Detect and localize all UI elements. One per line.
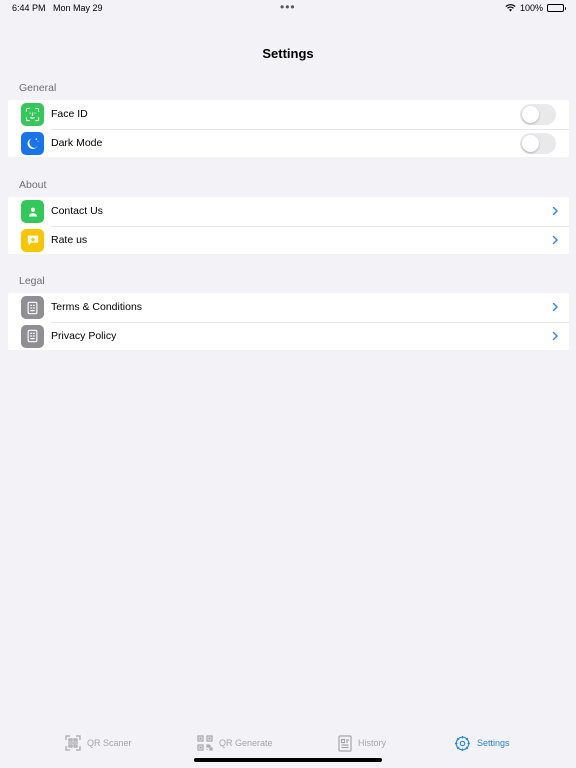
settings-screen: 6:44 PM Mon May 29 ••• 100% Settings Gen… [0, 0, 576, 768]
about-group: Contact Us Rate us [8, 197, 569, 254]
settings-row-terms[interactable]: Terms & Conditions [8, 293, 569, 322]
gear-icon [455, 735, 470, 751]
tab-settings[interactable]: Settings [454, 734, 510, 752]
dark-mode-toggle[interactable] [520, 132, 556, 154]
star-bubble-icon [21, 228, 44, 252]
tab-label: History [358, 738, 387, 748]
history-icon [338, 734, 352, 752]
status-right: 100% [505, 3, 566, 13]
status-time: 6:44 PM [12, 3, 46, 13]
face-id-icon [21, 103, 44, 126]
settings-row-label: Terms & Conditions [51, 301, 143, 314]
section-header-general: General [19, 82, 57, 94]
moon-icon [21, 131, 44, 155]
general-group: Face ID Dark Mode [8, 100, 569, 157]
section-header-legal: Legal [19, 275, 45, 287]
qr-scan-icon [65, 735, 81, 751]
tab-label: QR Generate [219, 738, 273, 748]
person-icon [21, 200, 44, 223]
document-icon [21, 324, 44, 348]
chevron-right-icon [552, 302, 558, 312]
tab-label: QR Scaner [87, 738, 132, 748]
status-bar: 6:44 PM Mon May 29 ••• 100% [0, 0, 576, 16]
chevron-right-icon [552, 235, 558, 244]
multitasking-dots-icon[interactable]: ••• [280, 0, 296, 14]
settings-row-face-id: Face ID [8, 100, 569, 129]
chevron-right-icon [552, 206, 558, 216]
section-header-about: About [19, 179, 47, 191]
chevron-right-icon [552, 331, 558, 340]
status-date: Mon May 29 [53, 3, 103, 13]
tab-label: Settings [477, 738, 510, 748]
home-indicator[interactable] [194, 758, 382, 762]
settings-row-contact-us[interactable]: Contact Us [8, 197, 569, 226]
wifi-icon [505, 4, 516, 12]
settings-row-label: Privacy Policy [51, 329, 117, 342]
settings-row-label: Contact Us [51, 205, 103, 218]
battery-percent: 100% [519, 3, 543, 13]
face-id-toggle[interactable] [520, 104, 556, 125]
tab-qr-generate[interactable]: QR Generate [197, 734, 273, 752]
settings-row-privacy[interactable]: Privacy Policy [8, 321, 569, 351]
settings-row-label: Dark Mode [51, 136, 103, 149]
document-icon [21, 296, 44, 319]
legal-group: Terms & Conditions Privacy Policy [8, 293, 569, 350]
tab-history[interactable]: History [338, 734, 386, 752]
settings-row-label: Face ID [51, 108, 88, 121]
tab-qr-scaner[interactable]: QR Scaner [65, 734, 132, 752]
settings-row-rate-us[interactable]: Rate us [8, 225, 569, 255]
qr-code-icon [197, 735, 213, 751]
settings-row-label: Rate us [51, 233, 88, 246]
battery-icon [547, 4, 566, 12]
page-title: Settings [262, 46, 314, 61]
settings-row-dark-mode: Dark Mode [8, 128, 569, 158]
